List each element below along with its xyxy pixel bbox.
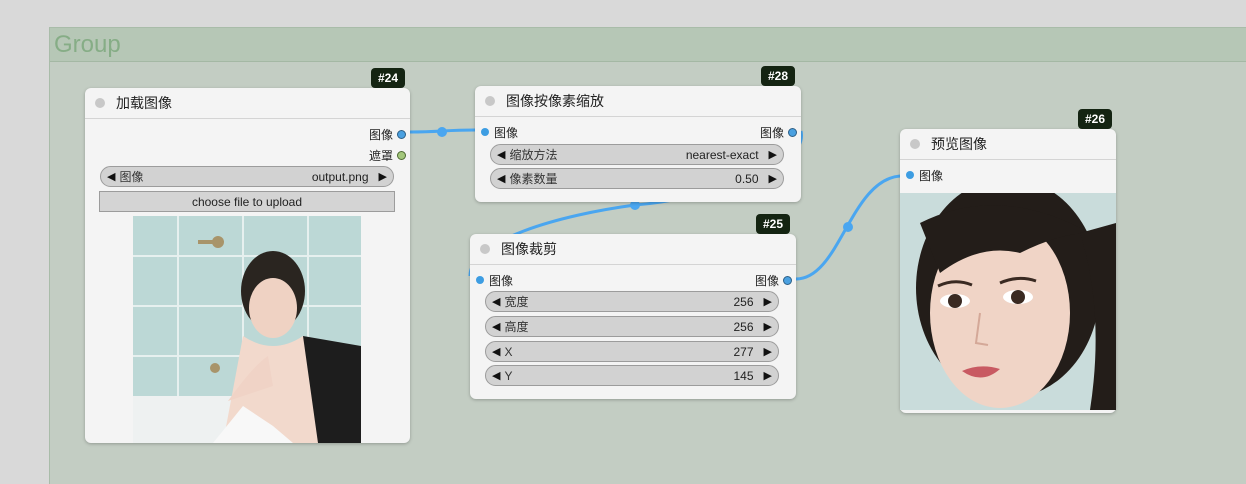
node-title-bar[interactable]: 图像按像素缩放 <box>475 86 801 117</box>
group-header[interactable] <box>50 28 1246 62</box>
node-id-badge: #25 <box>756 214 791 234</box>
input-image-row: 图像 <box>906 167 943 183</box>
input-image-row: 图像 <box>481 124 518 140</box>
right-arrow-icon[interactable]: ▶ <box>379 170 387 183</box>
node-preview-image[interactable]: #26 预览图像 图像 <box>900 109 1116 413</box>
widget-value: 256 <box>733 319 754 334</box>
right-arrow-icon[interactable]: ▶ <box>764 320 772 333</box>
node-id-badge: #24 <box>371 68 406 88</box>
scale-amount-widget[interactable]: ◀ 像素数量 0.50 ▶ <box>490 168 784 189</box>
crop-x-widget[interactable]: ◀ X 277 ▶ <box>485 341 779 362</box>
left-arrow-icon[interactable]: ◀ <box>497 172 505 185</box>
node-title-bar[interactable]: 预览图像 <box>900 129 1116 160</box>
widget-label: X <box>504 344 513 359</box>
node-image-scale[interactable]: #28 图像按像素缩放 图像 图像 ◀ 缩放方法 nearest-exact ▶… <box>475 66 801 202</box>
widget-value: 256 <box>733 294 754 309</box>
node-title: 图像裁剪 <box>501 241 557 257</box>
node-image-crop[interactable]: #25 图像裁剪 图像 图像 ◀ 宽度 256 ▶ ◀ 高度 256 ▶ ◀ X… <box>470 214 796 399</box>
output-image-row: 图像 <box>369 126 406 142</box>
node-title: 预览图像 <box>931 136 987 152</box>
widget-label: 高度 <box>504 320 529 334</box>
crop-width-widget[interactable]: ◀ 宽度 256 ▶ <box>485 291 779 312</box>
input-label: 图像 <box>489 273 514 288</box>
right-arrow-icon[interactable]: ▶ <box>764 369 772 382</box>
widget-value: 0.50 <box>735 171 759 186</box>
widget-value: output.png <box>311 169 369 184</box>
widget-label: 宽度 <box>504 295 529 309</box>
output-image-row: 图像 <box>755 272 792 288</box>
left-arrow-icon[interactable]: ◀ <box>497 148 505 161</box>
upload-button[interactable]: choose file to upload <box>99 191 395 212</box>
node-load-image[interactable]: #24 加载图像 图像 遮罩 ◀ 图像 output.png ▶ choose … <box>85 68 410 443</box>
preview-image-output <box>900 193 1116 410</box>
output-image-row: 图像 <box>760 124 797 140</box>
right-arrow-icon[interactable]: ▶ <box>764 295 772 308</box>
left-arrow-icon[interactable]: ◀ <box>492 320 500 333</box>
output-port-mask[interactable] <box>397 150 406 160</box>
group-title: Group <box>54 31 121 58</box>
widget-label: Y <box>504 368 513 383</box>
input-image-row: 图像 <box>476 272 513 288</box>
input-port-image[interactable] <box>476 276 484 284</box>
node-id-badge: #28 <box>761 66 796 86</box>
widget-label: 图像 <box>119 170 144 184</box>
right-arrow-icon[interactable]: ▶ <box>764 345 772 358</box>
loaded-image-preview <box>133 216 361 443</box>
right-arrow-icon[interactable]: ▶ <box>769 172 777 185</box>
input-port-image[interactable] <box>481 128 489 136</box>
collapse-dot-icon[interactable] <box>485 96 495 106</box>
node-title-bar[interactable]: 图像裁剪 <box>470 234 796 265</box>
image-select-widget[interactable]: ◀ 图像 output.png ▶ <box>100 166 394 187</box>
crop-y-widget[interactable]: ◀ Y 145 ▶ <box>485 365 779 386</box>
scale-method-widget[interactable]: ◀ 缩放方法 nearest-exact ▶ <box>490 144 784 165</box>
widget-label: 像素数量 <box>509 172 558 186</box>
node-title: 图像按像素缩放 <box>506 93 604 109</box>
widget-value: 277 <box>733 344 754 359</box>
node-title: 加载图像 <box>116 95 172 111</box>
collapse-dot-icon[interactable] <box>95 98 105 108</box>
left-arrow-icon[interactable]: ◀ <box>492 295 500 308</box>
output-port-image[interactable] <box>397 129 406 139</box>
widget-label: 缩放方法 <box>509 148 558 162</box>
crop-height-widget[interactable]: ◀ 高度 256 ▶ <box>485 316 779 337</box>
widget-value: nearest-exact <box>685 147 759 162</box>
output-mask-row: 遮罩 <box>369 147 406 163</box>
output-label: 图像 <box>754 273 779 288</box>
node-title-bar[interactable]: 加载图像 <box>85 88 410 119</box>
widget-value: 145 <box>733 368 754 383</box>
input-port-image[interactable] <box>906 171 914 179</box>
output-port-image[interactable] <box>788 127 797 137</box>
output-label: 遮罩 <box>368 148 393 163</box>
input-label: 图像 <box>919 168 944 183</box>
left-arrow-icon[interactable]: ◀ <box>492 345 500 358</box>
output-label: 图像 <box>759 125 784 140</box>
output-label: 图像 <box>368 127 393 142</box>
left-arrow-icon[interactable]: ◀ <box>492 369 500 382</box>
collapse-dot-icon[interactable] <box>910 139 920 149</box>
right-arrow-icon[interactable]: ▶ <box>769 148 777 161</box>
collapse-dot-icon[interactable] <box>480 244 490 254</box>
output-port-image[interactable] <box>783 275 792 285</box>
left-arrow-icon[interactable]: ◀ <box>107 170 115 183</box>
node-id-badge: #26 <box>1078 109 1113 129</box>
input-label: 图像 <box>494 125 519 140</box>
